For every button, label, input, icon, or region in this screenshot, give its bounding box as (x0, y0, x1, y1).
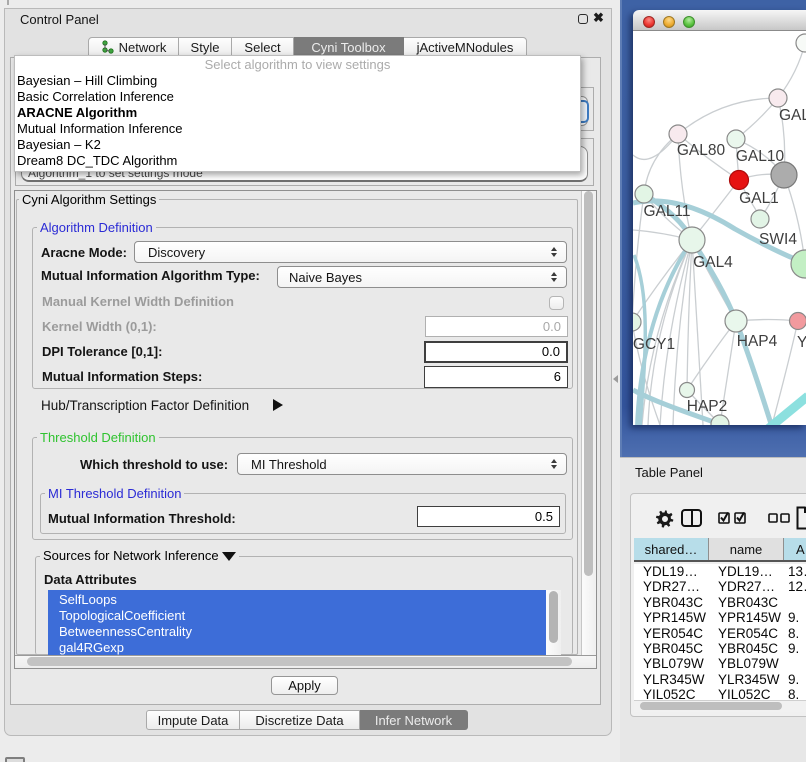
svg-text:YM: YM (797, 334, 806, 351)
svg-text:HAP4: HAP4 (737, 333, 778, 350)
svg-text:GCY1: GCY1 (633, 336, 675, 353)
svg-text:GAL80: GAL80 (677, 142, 726, 159)
svg-text:SWI4: SWI4 (759, 231, 797, 248)
svg-text:GAL10: GAL10 (736, 148, 785, 165)
svg-text:GAL1: GAL1 (739, 190, 779, 207)
svg-text:GAL4: GAL4 (693, 254, 733, 271)
svg-text:GAL7: GAL7 (779, 107, 806, 124)
svg-text:HAP2: HAP2 (687, 398, 728, 415)
svg-text:GAL11: GAL11 (643, 203, 690, 220)
